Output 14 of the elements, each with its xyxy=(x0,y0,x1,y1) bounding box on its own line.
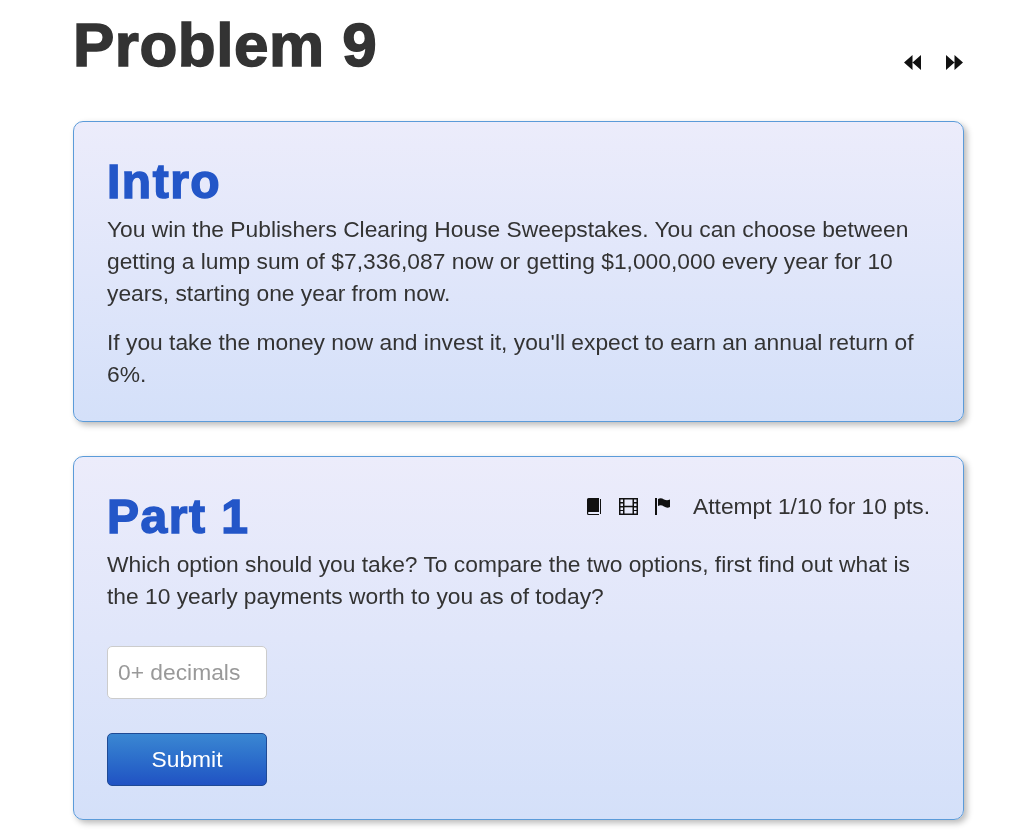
submit-button[interactable]: Submit xyxy=(107,733,267,786)
film-strip-icon[interactable] xyxy=(619,497,639,515)
intro-heading: Intro xyxy=(107,158,223,206)
attempt-info: Attempt 1/10 for 10 pts. xyxy=(693,492,930,521)
flag-icon[interactable] xyxy=(655,497,671,515)
page-title: Problem 9 xyxy=(73,14,378,76)
rewind-icon[interactable] xyxy=(904,55,921,70)
book-icon[interactable] xyxy=(585,497,603,515)
part-heading: Part 1 xyxy=(107,493,250,541)
fast-forward-icon[interactable] xyxy=(946,55,963,70)
answer-input[interactable]: 0+ decimals xyxy=(107,646,267,699)
intro-paragraph: If you take the money now and invest it, you'll expect to earn an annual return of 6%. xyxy=(107,328,915,389)
question-text: Which option should you take? To compare the two options, first find out what is the 10 yearly payments worth to you as of today? xyxy=(107,550,911,611)
intro-paragraph: You win the Publishers Clearing House Sweepstakes. You can choose between getting a lump sum of $7,336,087 now or getting $1,000,000 every year for 10 years, starting one year from now. xyxy=(107,215,910,308)
